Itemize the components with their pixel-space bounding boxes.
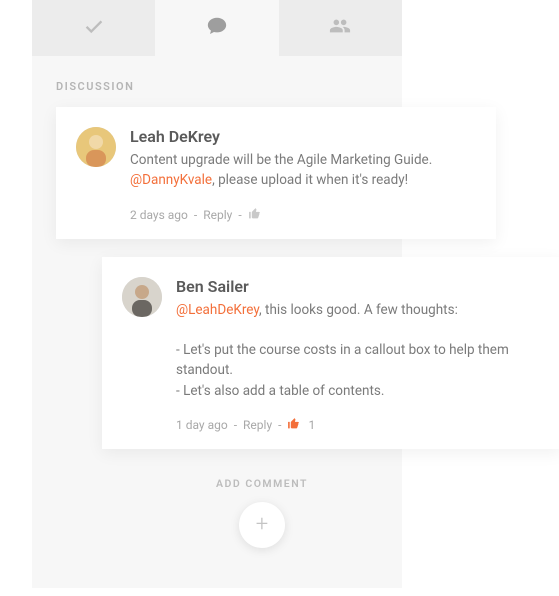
like-button[interactable] [248, 207, 261, 223]
like-button[interactable] [287, 417, 300, 433]
thumb-icon [248, 207, 261, 220]
tab-discussion[interactable] [155, 0, 278, 56]
comment-card: Leah DeKrey Content upgrade will be the … [56, 107, 496, 239]
tab-tasks[interactable] [32, 0, 155, 56]
comment-body: Leah DeKrey Content upgrade will be the … [130, 127, 474, 223]
mention[interactable]: @DannyKvale [130, 172, 212, 188]
plus-icon: + [256, 512, 268, 537]
comment-author: Leah DeKrey [130, 127, 474, 146]
reply-link[interactable]: Reply [203, 208, 232, 222]
comment-card: Ben Sailer @LeahDeKrey, this looks good.… [102, 257, 559, 449]
timestamp: 2 days ago [130, 208, 188, 222]
comment-author: Ben Sailer [176, 277, 540, 296]
timestamp: 1 day ago [176, 418, 228, 432]
tab-people[interactable] [279, 0, 402, 56]
comment-text: Content upgrade will be the Agile Market… [130, 150, 474, 191]
people-icon [329, 15, 351, 41]
section-label: DISCUSSION [32, 56, 402, 107]
add-comment-button[interactable]: + [239, 502, 285, 548]
add-comment-area: ADD COMMENT + [32, 477, 402, 548]
like-count: 1 [308, 418, 315, 432]
comment-text: @LeahDeKrey, this looks good. A few thou… [176, 300, 540, 401]
avatar [76, 127, 116, 167]
check-icon [83, 15, 105, 41]
comment-meta: 1 day ago - Reply - 1 [176, 417, 540, 433]
mention[interactable]: @LeahDeKrey [176, 302, 259, 318]
tabs [32, 0, 402, 56]
thumb-icon [287, 417, 300, 430]
comment-body: Ben Sailer @LeahDeKrey, this looks good.… [176, 277, 540, 433]
reply-link[interactable]: Reply [243, 418, 272, 432]
add-comment-label: ADD COMMENT [122, 477, 402, 490]
comment-icon [206, 15, 228, 41]
avatar [122, 277, 162, 317]
comment-meta: 2 days ago - Reply - [130, 207, 474, 223]
